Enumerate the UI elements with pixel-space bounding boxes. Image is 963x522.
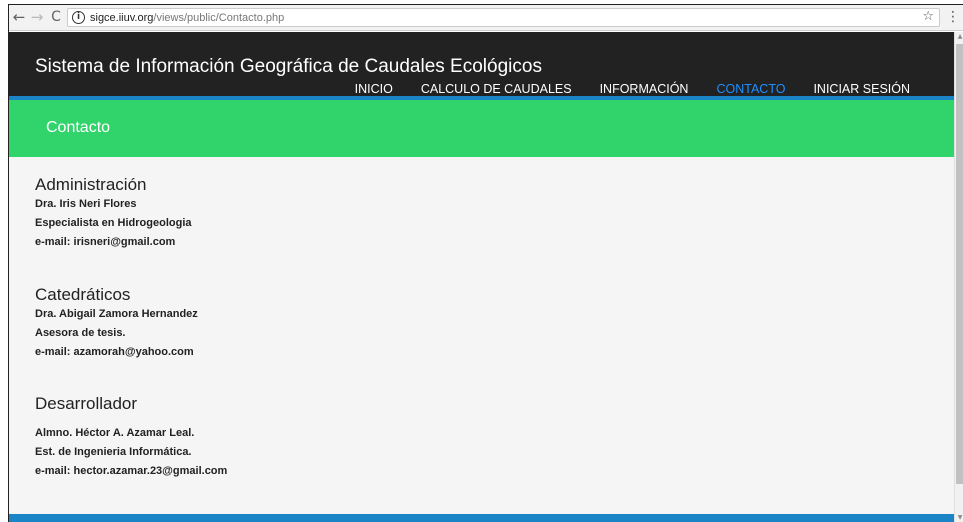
section-heading: Catedráticos — [35, 285, 131, 304]
nav-contacto[interactable]: CONTACTO — [702, 82, 799, 96]
nav-calculo-de-caudales[interactable]: CALCULO DE CAUDALES — [407, 82, 586, 96]
contact-email: e-mail: azamorah@yahoo.com — [35, 346, 194, 358]
contact-name: Dra. Iris Neri Flores — [35, 198, 137, 210]
vertical-scrollbar[interactable]: ▲ ▼ — [954, 32, 963, 522]
forward-arrow-icon[interactable]: → — [29, 8, 45, 26]
contact-role: Est. de Ingenieria Informática. — [35, 446, 192, 458]
info-icon[interactable]: i — [72, 11, 85, 24]
bookmark-star-icon[interactable]: ☆ — [922, 9, 934, 24]
web-page: Sistema de Información Geográfica de Cau… — [9, 32, 954, 522]
contact-email: e-mail: irisneri@gmail.com — [35, 236, 176, 248]
back-arrow-icon[interactable]: ← — [11, 8, 27, 26]
site-nav: INICIO CALCULO DE CAUDALES INFORMACIÓN C… — [341, 82, 924, 96]
url-host: sigce.iiuv.org — [90, 12, 154, 24]
url-path: /views/public/Contacto.php — [153, 12, 285, 24]
browser-toolbar: ← → C i sigce.iiuv.org/views/public/Cont… — [9, 5, 963, 31]
scrollbar-thumb[interactable] — [956, 44, 963, 484]
nav-iniciar-sesion[interactable]: INICIAR SESIÓN — [799, 82, 924, 96]
contact-email: e-mail: hector.azamar.23@gmail.com — [35, 465, 228, 477]
site-title[interactable]: Sistema de Información Geográfica de Cau… — [35, 56, 542, 78]
contact-role: Especialista en Hidrogeologia — [35, 217, 192, 229]
contact-name: Dra. Abigail Zamora Hernandez — [35, 308, 198, 320]
section-heading: Desarrollador — [35, 394, 138, 413]
browser-window: ← → C i sigce.iiuv.org/views/public/Cont… — [8, 4, 963, 522]
nav-informacion[interactable]: INFORMACIÓN — [586, 82, 703, 96]
section-catedraticos: Catedráticos Dra. Abigail Zamora Hernand… — [35, 285, 198, 362]
section-desarrollador: Desarrollador Almno. Héctor A. Azamar Le… — [35, 394, 227, 481]
section-heading: Administración — [35, 175, 147, 194]
site-header: Sistema de Información Geográfica de Cau… — [9, 32, 954, 96]
browser-menu-icon[interactable]: ⋮ — [946, 8, 960, 26]
scroll-down-arrow-icon[interactable]: ▼ — [955, 513, 963, 522]
address-bar[interactable]: i sigce.iiuv.org/views/public/Contacto.p… — [67, 8, 940, 27]
contact-name: Almno. Héctor A. Azamar Leal. — [35, 427, 195, 439]
page-title: Contacto — [46, 119, 111, 136]
page-viewport: Sistema de Información Geográfica de Cau… — [9, 32, 963, 522]
contact-role: Asesora de tesis. — [35, 327, 126, 339]
nav-inicio[interactable]: INICIO — [341, 82, 407, 96]
section-administracion: Administración Dra. Iris Neri Flores Esp… — [35, 175, 192, 252]
page-banner: Contacto — [9, 100, 954, 157]
url-text[interactable]: sigce.iiuv.org/views/public/Contacto.php — [90, 11, 284, 25]
reload-icon[interactable]: C — [48, 8, 64, 26]
footer-bar — [9, 514, 954, 522]
scroll-up-arrow-icon[interactable]: ▲ — [955, 32, 963, 42]
